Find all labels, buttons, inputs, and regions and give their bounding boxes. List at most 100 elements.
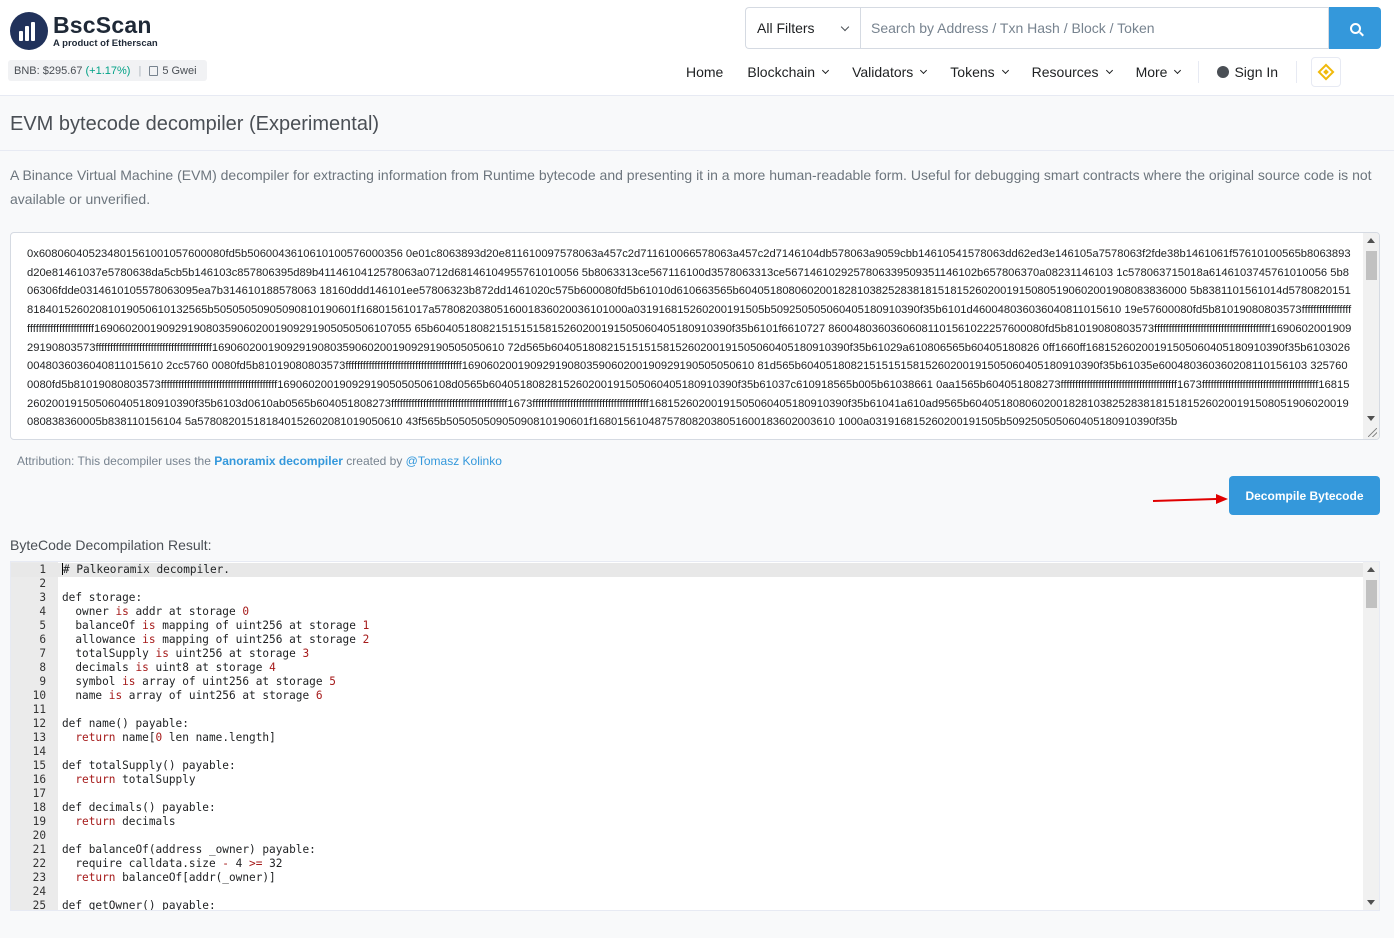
code-line: 15 def totalSupply() payable: — [11, 759, 1364, 773]
code-text: def balanceOf(address _owner) payable: — [62, 843, 323, 856]
line-number: 14 — [32, 745, 46, 758]
chevron-down-icon — [920, 66, 928, 75]
nav-resources-label: Resources — [1031, 64, 1099, 80]
gas-price[interactable]: 5 Gwei — [162, 65, 196, 77]
main-nav: Home Blockchain Validators Tokens Resour… — [674, 56, 1342, 88]
line-number: 3 — [39, 591, 46, 604]
code-line: 10 name is array of uint256 at storage 6 — [11, 689, 1364, 703]
logo-subtitle: A product of Etherscan — [53, 37, 158, 49]
code-line: 8 decimals is uint8 at storage 4 — [11, 661, 1364, 675]
gas-icon — [149, 65, 159, 76]
code-text: def getOwner() payable: — [62, 899, 223, 911]
nav-more[interactable]: More — [1124, 56, 1193, 88]
attribution: Attribution: This decompiler uses the Pa… — [17, 454, 502, 468]
line-number: 19 — [32, 815, 46, 828]
code-text: owner is addr at storage 0 — [62, 605, 250, 618]
result-scrollbar[interactable] — [1363, 562, 1379, 910]
nav-more-label: More — [1135, 64, 1168, 80]
nav-home[interactable]: Home — [674, 56, 735, 88]
line-number: 24 — [32, 885, 46, 898]
code-line: 2 — [11, 577, 1364, 591]
decompile-button[interactable]: Decompile Bytecode — [1229, 476, 1380, 515]
code-line: 12 def name() payable: — [11, 717, 1364, 731]
line-number: 12 — [32, 717, 46, 730]
search-bar: All Filters — [745, 7, 1381, 49]
scrollbar-thumb[interactable] — [1366, 251, 1377, 280]
price-ticker: BNB: $295.67 (+1.17%) | 5 Gwei — [8, 60, 207, 81]
bscscan-logo[interactable]: BscScan A product of Etherscan — [10, 12, 158, 50]
scroll-arrow-icon[interactable] — [1367, 238, 1375, 243]
code-line: 7 totalSupply is uint256 at storage 3 — [11, 647, 1364, 661]
bnb-network-button[interactable] — [1311, 57, 1342, 87]
scroll-arrow-icon[interactable] — [1367, 567, 1375, 572]
nav-home-label: Home — [686, 64, 724, 80]
nav-blockchain-label: Blockchain — [747, 64, 816, 80]
bytecode-textarea[interactable]: 0x608060405234801561001057600080fd5b5060… — [10, 232, 1380, 440]
red-arrow-icon — [1152, 494, 1228, 504]
nav-divider — [1296, 61, 1298, 83]
code-text: require calldata.size - 4 >= 32 — [62, 857, 283, 870]
logo-name: BscScan — [53, 11, 152, 38]
code-line: 23 return balanceOf[addr(_owner)] — [11, 871, 1364, 885]
code-text: return decimals — [75, 815, 176, 828]
line-number: 2 — [39, 577, 46, 590]
resize-handle[interactable] — [1368, 428, 1377, 437]
code-line: 24 — [11, 885, 1364, 899]
line-number: 1 — [39, 563, 46, 576]
price-change: (+1.17%) — [85, 64, 131, 77]
author-link[interactable]: @Tomasz Kolinko — [406, 454, 502, 468]
attribution-mid: created by — [346, 454, 403, 468]
code-line: 20 — [11, 829, 1364, 843]
code-line: 21 def balanceOf(address _owner) payable: — [11, 843, 1364, 857]
code-text: def decimals() payable: — [62, 801, 223, 814]
bnb-price: BNB: $295.67 — [14, 64, 83, 77]
code-line: 17 — [11, 787, 1364, 801]
code-text: decimals is uint8 at storage 4 — [62, 661, 276, 674]
sign-in-link[interactable]: Sign In — [1205, 56, 1290, 88]
code-line: 9 symbol is array of uint256 at storage … — [11, 675, 1364, 689]
filter-dropdown[interactable]: All Filters — [745, 7, 860, 49]
bytecode-scrollbar[interactable] — [1363, 233, 1379, 439]
search-input[interactable] — [860, 7, 1329, 49]
line-number: 8 — [39, 661, 46, 674]
title-divider — [0, 150, 1394, 151]
site-header: BscScan A product of Etherscan BNB: $295… — [0, 0, 1394, 96]
decompilation-result-editor[interactable]: 1 # Palkeoramix decompiler. 2 3 def storage… — [10, 561, 1380, 911]
sign-in-label: Sign In — [1234, 64, 1279, 80]
nav-tokens[interactable]: Tokens — [938, 56, 1019, 88]
search-icon — [1349, 22, 1361, 34]
code-line: 19 return decimals — [11, 815, 1364, 829]
code-text: totalSupply is uint256 at storage 3 — [62, 647, 310, 660]
code-line: 1 # Palkeoramix decompiler. — [11, 563, 1364, 577]
line-number: 15 — [32, 759, 46, 772]
code-line: 5 balanceOf is mapping of uint256 at sto… — [11, 619, 1364, 633]
code-line: 4 owner is addr at storage 0 — [11, 605, 1364, 619]
user-icon — [1217, 66, 1230, 78]
chevron-down-icon — [822, 66, 830, 75]
nav-validators[interactable]: Validators — [840, 56, 938, 88]
nav-divider — [1198, 61, 1200, 83]
scroll-arrow-icon[interactable] — [1367, 416, 1375, 421]
bnb-icon — [1317, 63, 1335, 81]
page-description: A Binance Virtual Machine (EVM) decompil… — [10, 167, 1372, 207]
nav-resources[interactable]: Resources — [1020, 56, 1124, 88]
scrollbar-thumb[interactable] — [1366, 580, 1377, 608]
code-line: 3 def storage: — [11, 591, 1364, 605]
code-text: allowance is mapping of uint256 at stora… — [62, 633, 370, 646]
nav-blockchain[interactable]: Blockchain — [735, 56, 840, 88]
scroll-arrow-icon[interactable] — [1367, 900, 1375, 905]
search-button[interactable] — [1329, 7, 1381, 49]
code-text: return balanceOf[addr(_owner)] — [75, 871, 276, 884]
ticker-separator: | — [138, 64, 142, 77]
line-number: 16 — [32, 773, 46, 786]
chevron-down-icon — [1001, 66, 1009, 75]
code-line: 11 — [11, 703, 1364, 717]
code-text: # Palkeoramix decompiler. — [62, 563, 237, 576]
nav-validators-label: Validators — [852, 64, 914, 80]
code-line: 6 allowance is mapping of uint256 at sto… — [11, 633, 1364, 647]
line-number: 5 — [39, 619, 46, 632]
chevron-down-icon — [840, 22, 850, 31]
panoramix-link[interactable]: Panoramix decompiler — [214, 454, 343, 468]
line-number: 22 — [32, 857, 46, 870]
nav-tokens-label: Tokens — [950, 64, 995, 80]
